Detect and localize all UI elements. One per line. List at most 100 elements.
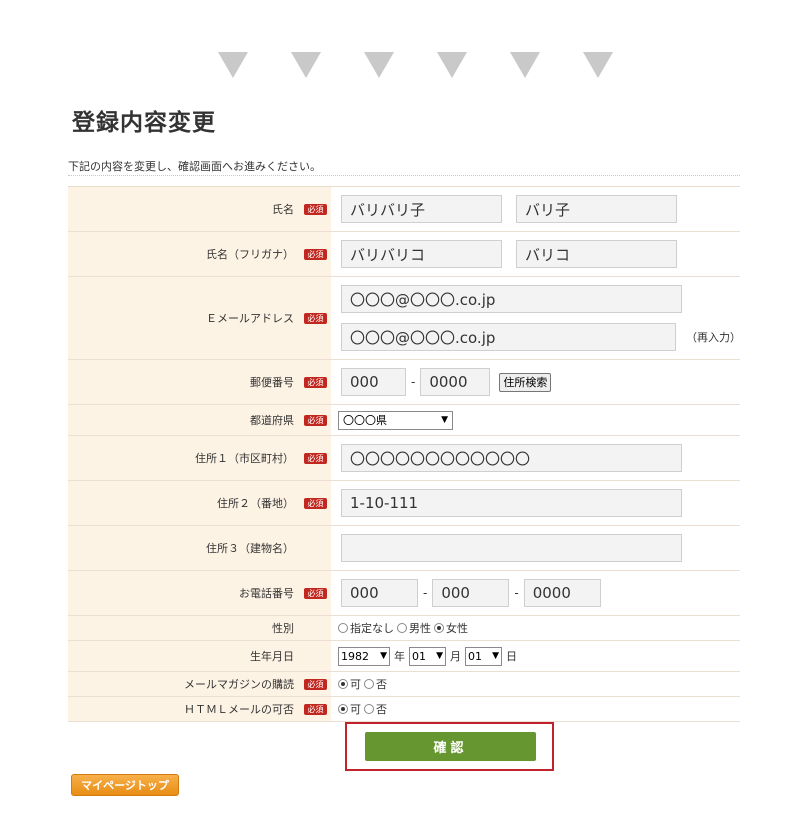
option-label: 否 [376, 678, 387, 691]
value-cell: 1-10-111 [331, 481, 740, 525]
label-cell: 郵便番号 必須 [68, 360, 331, 404]
down-arrow-icon [218, 52, 248, 78]
year-unit: 年 [394, 650, 405, 663]
field-label: Ｅメールアドレス [206, 312, 294, 325]
html-mail-option-yes[interactable]: 可 [338, 701, 361, 717]
field-label: 氏名 [272, 203, 294, 216]
last-name-input[interactable]: バリバリ子 [341, 195, 502, 223]
radio-icon [364, 704, 374, 714]
required-badge: 必須 [304, 248, 327, 260]
field-label: メールマガジンの購読 [184, 678, 294, 691]
birth-day-select[interactable]: 01 ▼ [465, 646, 502, 666]
row-name: 氏名 必須 バリバリ子 バリ子 [68, 187, 740, 232]
down-arrow-icon [364, 52, 394, 78]
intro-text: 下記の内容を変更し、確認画面へお進みください。 [68, 160, 321, 173]
prefecture-selected: 〇〇〇県 [343, 414, 387, 427]
birth-month-select[interactable]: 01 ▼ [409, 646, 446, 666]
label-cell: 都道府県 必須 [68, 405, 331, 435]
row-prefecture: 都道府県 必須 〇〇〇県 ▼ [68, 405, 740, 436]
row-address3: 住所３（建物名） [68, 526, 740, 571]
gender-option-male[interactable]: 男性 [397, 620, 431, 636]
phone-part3-input[interactable]: 0000 [523, 579, 601, 607]
radio-icon [364, 679, 374, 689]
address-search-button[interactable]: 住所検索 [499, 372, 552, 392]
field-label: 住所３（建物名） [206, 542, 294, 555]
address2-input[interactable]: 1-10-111 [341, 489, 682, 517]
day-unit: 日 [506, 650, 517, 663]
email-confirm-group: 〇〇〇@〇〇〇.co.jp （再入力） [341, 323, 741, 351]
down-arrow-icon [291, 52, 321, 78]
option-label: 指定なし [350, 622, 394, 635]
field-label: 住所２（番地） [217, 497, 294, 510]
zip-part2-input[interactable]: 0000 [420, 368, 491, 396]
value-cell: バリバリコ バリコ [331, 232, 740, 276]
option-label: 可 [350, 678, 361, 691]
required-badge: 必須 [304, 678, 327, 690]
option-label: 男性 [409, 622, 431, 635]
value-cell: 〇〇〇〇〇〇〇〇〇〇〇〇 [331, 436, 740, 480]
gender-option-female[interactable]: 女性 [434, 620, 468, 636]
last-name-kana-input[interactable]: バリバリコ [341, 240, 502, 268]
row-zip: 郵便番号 必須 000 - 0000 住所検索 [68, 360, 740, 405]
magazine-option-yes[interactable]: 可 [338, 676, 361, 692]
label-cell: 氏名 必須 [68, 187, 331, 231]
label-cell: 生年月日 [68, 641, 331, 671]
gender-option-none[interactable]: 指定なし [338, 620, 394, 636]
email-input[interactable]: 〇〇〇@〇〇〇.co.jp [341, 285, 682, 313]
label-cell: Ｅメールアドレス 必須 [68, 277, 331, 359]
birth-year-select[interactable]: 1982 ▼ [338, 646, 390, 666]
registration-form: 氏名 必須 バリバリ子 バリ子 氏名（フリガナ） 必須 バリバリコ バリコ Ｅメ… [68, 186, 741, 722]
value-cell: バリバリ子 バリ子 [331, 187, 740, 231]
magazine-option-no[interactable]: 否 [364, 676, 387, 692]
required-badge: 必須 [304, 452, 327, 464]
divider [68, 175, 740, 176]
label-cell: 住所１（市区町村） 必須 [68, 436, 331, 480]
down-arrow-icon [583, 52, 613, 78]
option-label: 可 [350, 703, 361, 716]
caret-down-icon: ▼ [380, 651, 387, 661]
field-label: 住所１（市区町村） [195, 452, 294, 465]
field-label: お電話番号 [239, 587, 294, 600]
option-label: 女性 [446, 622, 468, 635]
label-cell: 住所３（建物名） [68, 526, 331, 570]
value-cell: 〇〇〇県 ▼ [331, 405, 740, 435]
phone-part2-input[interactable]: 000 [432, 579, 510, 607]
caret-down-icon: ▼ [441, 415, 448, 425]
prefecture-select[interactable]: 〇〇〇県 ▼ [338, 410, 453, 430]
address3-input[interactable] [341, 534, 682, 562]
address1-input[interactable]: 〇〇〇〇〇〇〇〇〇〇〇〇 [341, 444, 682, 472]
required-badge: 必須 [304, 376, 327, 388]
birth-day-value: 01 [468, 649, 482, 663]
birth-year-value: 1982 [341, 649, 369, 663]
row-birthday: 生年月日 1982 ▼ 年 01 ▼ 月 01 ▼ 日 [68, 641, 740, 672]
step-arrows [218, 52, 613, 78]
row-magazine: メールマガジンの購読 必須 可 否 [68, 672, 740, 697]
first-name-kana-input[interactable]: バリコ [516, 240, 677, 268]
required-badge: 必須 [304, 312, 327, 324]
page-title: 登録内容変更 [72, 110, 216, 136]
row-phone: お電話番号 必須 000 - 000 - 0000 [68, 571, 740, 616]
dash: - [411, 375, 416, 389]
row-html-mail: ＨＴＭＬメールの可否 必須 可 否 [68, 697, 740, 722]
row-kana: 氏名（フリガナ） 必須 バリバリコ バリコ [68, 232, 740, 277]
confirm-button[interactable]: 確認 [365, 732, 536, 761]
value-cell [331, 526, 740, 570]
row-email: Ｅメールアドレス 必須 〇〇〇@〇〇〇.co.jp 〇〇〇@〇〇〇.co.jp … [68, 277, 741, 360]
radio-icon [397, 623, 407, 633]
label-cell: 性別 [68, 616, 331, 640]
first-name-input[interactable]: バリ子 [516, 195, 677, 223]
down-arrow-icon [437, 52, 467, 78]
html-mail-option-no[interactable]: 否 [364, 701, 387, 717]
birth-month-value: 01 [412, 649, 426, 663]
mypage-top-button[interactable]: マイページトップ [71, 774, 179, 796]
zip-part1-input[interactable]: 000 [341, 368, 406, 396]
value-cell: 可 否 [331, 672, 740, 696]
phone-part1-input[interactable]: 000 [341, 579, 418, 607]
dash: - [423, 586, 428, 600]
label-cell: 氏名（フリガナ） 必須 [68, 232, 331, 276]
field-label: 郵便番号 [250, 376, 294, 389]
radio-icon [338, 623, 348, 633]
email-confirm-input[interactable]: 〇〇〇@〇〇〇.co.jp [341, 323, 676, 351]
value-cell: 1982 ▼ 年 01 ▼ 月 01 ▼ 日 [331, 641, 740, 671]
radio-selected-icon [338, 679, 348, 689]
